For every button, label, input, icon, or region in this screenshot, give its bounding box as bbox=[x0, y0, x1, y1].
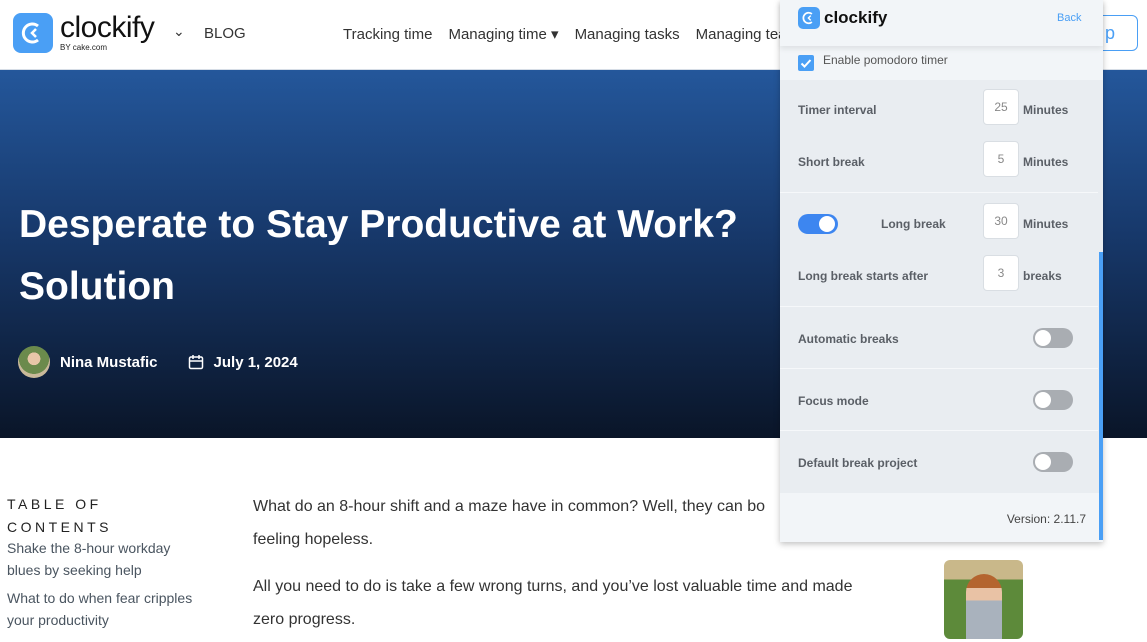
default-break-project-label: Default break project bbox=[798, 456, 918, 470]
long-break-after-input[interactable]: 3 bbox=[983, 255, 1019, 291]
brand-name[interactable]: clockify bbox=[60, 11, 155, 45]
long-break-after-unit: breaks bbox=[1023, 269, 1062, 283]
panel-footer: Version: 2.11.7 bbox=[780, 493, 1103, 542]
back-button[interactable]: Back bbox=[1057, 12, 1081, 24]
long-break-label: Long break bbox=[881, 217, 946, 231]
nav-tracking-time[interactable]: Tracking time bbox=[343, 26, 432, 43]
pomodoro-label: Enable pomodoro timer bbox=[823, 53, 948, 67]
nav-menu: Tracking time Managing time ▾ Managing tas… bbox=[343, 25, 803, 43]
timer-interval-unit: Minutes bbox=[1023, 103, 1069, 117]
check-icon bbox=[800, 59, 812, 68]
automatic-breaks-toggle[interactable] bbox=[1033, 328, 1073, 348]
divider bbox=[780, 192, 1098, 193]
toc-heading: TABLE OF CONTENTS bbox=[7, 496, 112, 535]
avatar bbox=[18, 346, 50, 378]
author-name[interactable]: Nina Mustafic bbox=[60, 354, 158, 371]
short-break-unit: Minutes bbox=[1023, 155, 1069, 169]
short-break-input[interactable]: 5 bbox=[983, 141, 1019, 177]
panel-scrollbar[interactable] bbox=[1099, 252, 1103, 540]
pomodoro-row: Enable pomodoro timer bbox=[780, 46, 1103, 80]
clockify-logo-icon[interactable] bbox=[13, 13, 53, 53]
short-break-label: Short break bbox=[798, 155, 865, 169]
toc-item[interactable]: Shake the 8-hour workday blues by seekin… bbox=[7, 537, 197, 581]
divider bbox=[780, 306, 1098, 307]
timer-interval-input[interactable]: 25 bbox=[983, 89, 1019, 125]
long-break-after-label: Long break starts after bbox=[798, 269, 929, 283]
long-break-unit: Minutes bbox=[1023, 217, 1069, 231]
default-break-project-toggle[interactable] bbox=[1033, 452, 1073, 472]
brand-sub: BY cake.com bbox=[60, 43, 107, 52]
nav-managing-tasks[interactable]: Managing tasks bbox=[575, 26, 680, 43]
nav-managing-time[interactable]: Managing time ▾ bbox=[448, 26, 558, 43]
divider bbox=[780, 430, 1098, 431]
article-paragraph: All you need to do is take a few wrong t… bbox=[253, 578, 853, 628]
nav-managing-teams[interactable]: Managing tea bbox=[696, 26, 787, 43]
publish-date: July 1, 2024 bbox=[213, 353, 298, 371]
panel-header: clockify Back bbox=[780, 0, 1103, 46]
clockify-logo-icon bbox=[798, 7, 820, 29]
article-meta: Nina Mustafic July 1, 2024 bbox=[18, 346, 298, 378]
pomodoro-checkbox[interactable] bbox=[798, 55, 814, 71]
long-break-input[interactable]: 30 bbox=[983, 203, 1019, 239]
toc-item[interactable]: What to do when fear cripples your produ… bbox=[7, 587, 197, 631]
focus-mode-label: Focus mode bbox=[798, 394, 869, 408]
clockify-extension-panel: clockify Back Enable pomodoro timer Time… bbox=[780, 0, 1103, 542]
automatic-breaks-label: Automatic breaks bbox=[798, 332, 899, 346]
long-break-toggle[interactable] bbox=[798, 214, 838, 234]
version-text: Version: 2.11.7 bbox=[1006, 512, 1086, 526]
panel-brand: clockify bbox=[824, 8, 888, 27]
timer-interval-label: Timer interval bbox=[798, 103, 877, 117]
chevron-down-icon[interactable]: ⌄ bbox=[173, 23, 185, 40]
divider bbox=[780, 368, 1098, 369]
blog-link[interactable]: BLOG bbox=[204, 25, 246, 42]
calendar-icon bbox=[188, 355, 203, 370]
author-photo bbox=[944, 560, 1023, 639]
focus-mode-toggle[interactable] bbox=[1033, 390, 1073, 410]
